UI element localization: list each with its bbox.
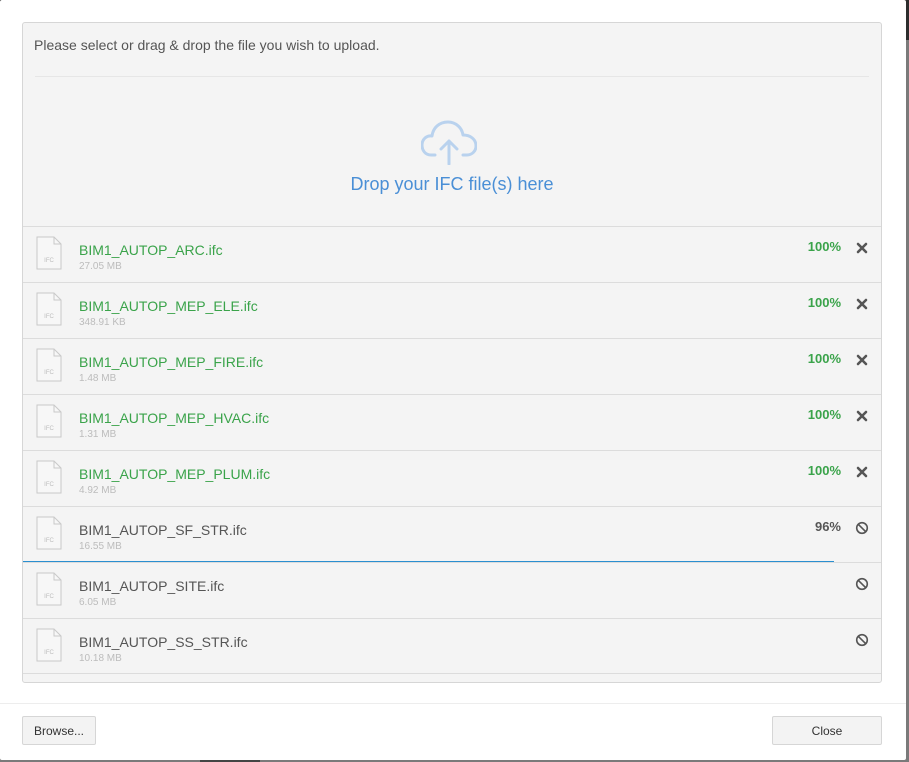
file-size: 1.31 MB bbox=[79, 429, 117, 440]
browse-button[interactable]: Browse... bbox=[22, 716, 96, 745]
file-size: 1.48 MB bbox=[79, 373, 117, 384]
close-icon[interactable] bbox=[855, 297, 869, 311]
cancel-icon[interactable] bbox=[855, 633, 869, 647]
ifc-file-icon: IFC bbox=[36, 628, 62, 662]
file-size: 348.91 KB bbox=[79, 317, 126, 328]
file-row: IFC BIM1_AUTOP_MEP_ELE.ifc 348.91 KB 100… bbox=[23, 282, 881, 338]
svg-text:IFC: IFC bbox=[44, 538, 54, 544]
upload-percent: 100% bbox=[807, 463, 841, 478]
close-icon[interactable] bbox=[855, 241, 869, 255]
ifc-file-icon: IFC bbox=[36, 572, 62, 606]
file-name: BIM1_AUTOP_SF_STR.ifc bbox=[79, 522, 247, 538]
file-size: 6.05 MB bbox=[79, 597, 117, 608]
upload-percent: 100% bbox=[807, 351, 841, 366]
file-name: BIM1_AUTOP_MEP_FIRE.ifc bbox=[79, 354, 264, 370]
file-name: BIM1_AUTOP_MEP_PLUM.ifc bbox=[79, 466, 271, 482]
dropzone[interactable]: Drop your IFC file(s) here bbox=[23, 77, 881, 226]
file-row: IFC BIM1_AUTOP_SITE.ifc 6.05 MB bbox=[23, 562, 881, 618]
svg-text:IFC: IFC bbox=[44, 426, 54, 432]
svg-text:IFC: IFC bbox=[44, 314, 54, 320]
close-icon[interactable] bbox=[855, 409, 869, 423]
upload-instruction: Please select or drag & drop the file yo… bbox=[34, 37, 380, 53]
close-button[interactable]: Close bbox=[772, 716, 882, 745]
dropzone-label: Drop your IFC file(s) here bbox=[350, 174, 554, 194]
ifc-file-icon: IFC bbox=[36, 460, 62, 494]
close-icon[interactable] bbox=[855, 353, 869, 367]
file-row: IFC BIM1_AUTOP_SF_STR.ifc 16.55 MB 96% bbox=[23, 506, 881, 563]
file-size: 4.92 MB bbox=[79, 485, 117, 496]
ifc-file-icon: IFC bbox=[36, 292, 62, 326]
file-size: 10.18 MB bbox=[79, 653, 122, 664]
upload-percent: 100% bbox=[807, 239, 841, 254]
file-name: BIM1_AUTOP_MEP_HVAC.ifc bbox=[79, 410, 270, 426]
file-row: IFC BIM1_AUTOP_MEP_HVAC.ifc 1.31 MB 100% bbox=[23, 394, 881, 450]
close-icon[interactable] bbox=[855, 465, 869, 479]
svg-text:IFC: IFC bbox=[44, 482, 54, 488]
svg-text:IFC: IFC bbox=[44, 370, 54, 376]
file-row: IFC BIM1_AUTOP_ARC.ifc 27.05 MB 100% bbox=[23, 226, 881, 282]
svg-text:IFC: IFC bbox=[44, 258, 54, 264]
file-list: IFC BIM1_AUTOP_ARC.ifc 27.05 MB 100% IFC… bbox=[23, 226, 881, 674]
ifc-file-icon: IFC bbox=[36, 404, 62, 438]
file-name: BIM1_AUTOP_SS_STR.ifc bbox=[79, 634, 248, 650]
svg-text:IFC: IFC bbox=[44, 650, 54, 656]
file-name: BIM1_AUTOP_ARC.ifc bbox=[79, 242, 223, 258]
file-size: 27.05 MB bbox=[79, 261, 122, 272]
footer-divider bbox=[0, 703, 906, 704]
svg-text:IFC: IFC bbox=[44, 594, 54, 600]
file-row: IFC BIM1_AUTOP_SS_STR.ifc 10.18 MB bbox=[23, 618, 881, 674]
upload-percent: 96% bbox=[814, 519, 841, 534]
file-row: IFC BIM1_AUTOP_MEP_PLUM.ifc 4.92 MB 100% bbox=[23, 450, 881, 506]
file-name: BIM1_AUTOP_MEP_ELE.ifc bbox=[79, 298, 258, 314]
ifc-file-icon: IFC bbox=[36, 348, 62, 382]
upload-panel: Please select or drag & drop the file yo… bbox=[22, 22, 882, 683]
upload-percent: 100% bbox=[807, 407, 841, 422]
cloud-upload-icon bbox=[421, 120, 477, 165]
upload-percent: 100% bbox=[807, 295, 841, 310]
cancel-icon[interactable] bbox=[855, 521, 869, 535]
cancel-icon[interactable] bbox=[855, 577, 869, 591]
ifc-file-icon: IFC bbox=[36, 236, 62, 270]
file-size: 16.55 MB bbox=[79, 541, 122, 552]
upload-dialog: Please select or drag & drop the file yo… bbox=[0, 0, 906, 760]
file-row: IFC BIM1_AUTOP_MEP_FIRE.ifc 1.48 MB 100% bbox=[23, 338, 881, 394]
ifc-file-icon: IFC bbox=[36, 516, 62, 550]
file-name: BIM1_AUTOP_SITE.ifc bbox=[79, 578, 225, 594]
